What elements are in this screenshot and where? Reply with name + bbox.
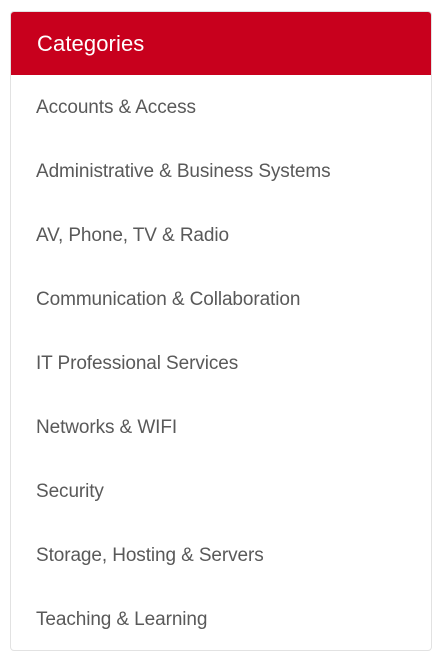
category-item-teaching-learning[interactable]: Teaching & Learning bbox=[11, 587, 431, 650]
category-item-administrative-business-systems[interactable]: Administrative & Business Systems bbox=[11, 139, 431, 203]
category-item-security[interactable]: Security bbox=[11, 459, 431, 523]
category-link-administrative-business-systems[interactable]: Administrative & Business Systems bbox=[36, 162, 331, 181]
category-link-storage-hosting-servers[interactable]: Storage, Hosting & Servers bbox=[36, 546, 264, 565]
category-item-communication-collaboration[interactable]: Communication & Collaboration bbox=[11, 267, 431, 331]
category-link-teaching-learning[interactable]: Teaching & Learning bbox=[36, 610, 207, 629]
category-link-communication-collaboration[interactable]: Communication & Collaboration bbox=[36, 290, 300, 309]
category-link-it-professional-services[interactable]: IT Professional Services bbox=[36, 354, 238, 373]
categories-title: Categories bbox=[37, 30, 145, 56]
category-link-security[interactable]: Security bbox=[36, 482, 104, 501]
category-item-storage-hosting-servers[interactable]: Storage, Hosting & Servers bbox=[11, 523, 431, 587]
category-link-accounts-access[interactable]: Accounts & Access bbox=[36, 98, 196, 117]
category-link-av-phone-tv-radio[interactable]: AV, Phone, TV & Radio bbox=[36, 226, 229, 245]
category-item-it-professional-services[interactable]: IT Professional Services bbox=[11, 331, 431, 395]
category-link-networks-wifi[interactable]: Networks & WIFI bbox=[36, 418, 177, 437]
category-list: Accounts & Access Administrative & Busin… bbox=[11, 75, 431, 650]
categories-panel: Categories Accounts & Access Administrat… bbox=[10, 11, 432, 651]
categories-header: Categories bbox=[11, 12, 431, 75]
category-item-networks-wifi[interactable]: Networks & WIFI bbox=[11, 395, 431, 459]
category-item-av-phone-tv-radio[interactable]: AV, Phone, TV & Radio bbox=[11, 203, 431, 267]
category-item-accounts-access[interactable]: Accounts & Access bbox=[11, 75, 431, 139]
